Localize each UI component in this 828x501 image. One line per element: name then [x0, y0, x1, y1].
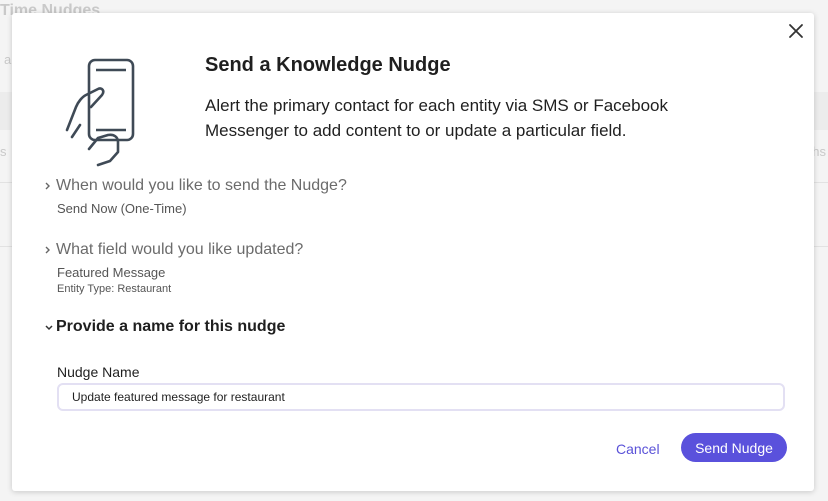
section-when-answer: Send Now (One-Time) — [57, 201, 187, 216]
nudge-name-input[interactable] — [57, 383, 785, 411]
modal-description: Alert the primary contact for each entit… — [205, 96, 668, 140]
chevron-right-icon — [45, 246, 50, 254]
close-icon — [789, 24, 803, 38]
section-field-detail: Entity Type: Restaurant — [57, 283, 172, 295]
section-when-question: When would you like to send the Nudge? — [56, 177, 347, 194]
background-text-fragment: s — [0, 144, 7, 159]
close-button[interactable] — [786, 21, 806, 41]
send-nudge-modal: Send a Knowledge Nudge Alert the primary… — [12, 13, 814, 491]
send-nudge-button[interactable]: Send Nudge — [681, 433, 787, 462]
hand-holding-phone-icon — [65, 58, 135, 167]
chevron-right-icon — [45, 182, 50, 190]
background-text-fragment: a — [4, 52, 12, 67]
cancel-button[interactable]: Cancel — [616, 438, 660, 460]
section-field-question: What field would you like updated? — [56, 241, 304, 258]
modal-title: Send a Knowledge Nudge — [205, 54, 451, 76]
section-name-heading: Provide a name for this nudge — [56, 318, 286, 335]
section-field-toggle[interactable]: What field would you like updated? — [42, 241, 303, 259]
nudge-name-label: Nudge Name — [57, 364, 140, 380]
background-text-fragment: hs — [812, 144, 826, 159]
section-when-toggle[interactable]: When would you like to send the Nudge? — [42, 177, 347, 195]
section-field-answer: Featured Message — [57, 265, 166, 280]
section-name-toggle[interactable]: Provide a name for this nudge — [42, 318, 285, 336]
chevron-down-icon — [45, 325, 53, 331]
